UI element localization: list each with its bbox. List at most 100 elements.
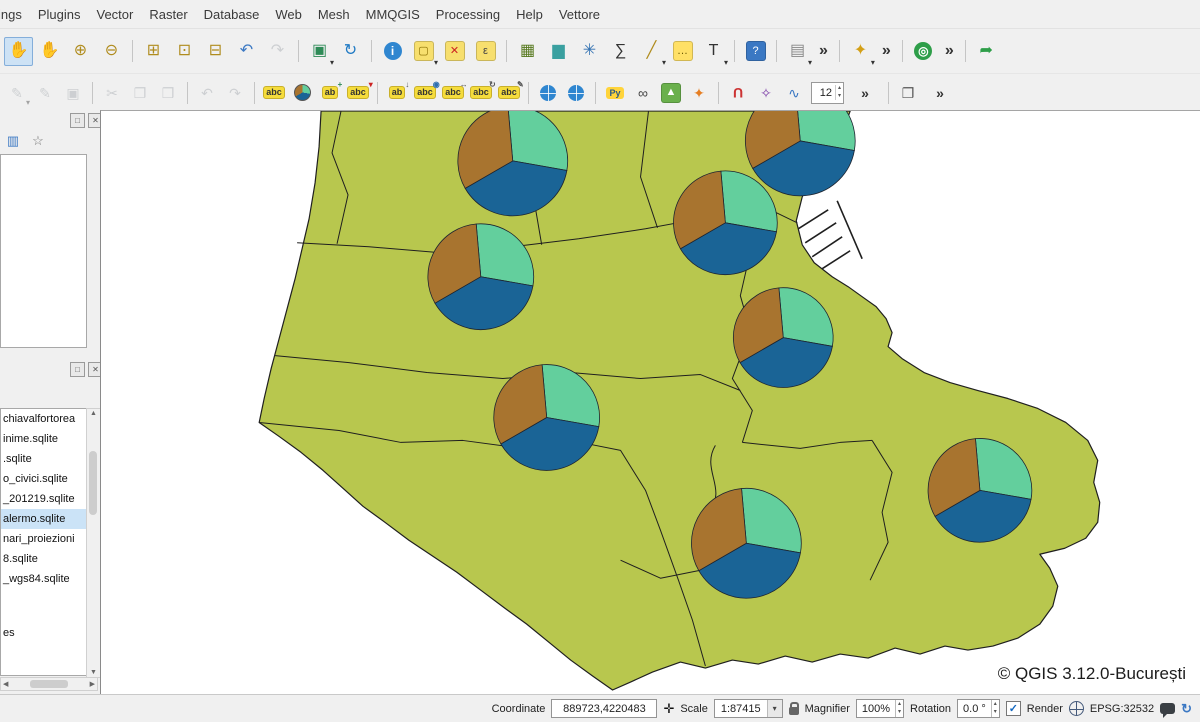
lock-scale-icon[interactable]	[789, 707, 799, 715]
toolbar-overflow-icon[interactable]: »	[923, 80, 957, 106]
undo-icon[interactable]: ↶	[194, 80, 220, 106]
spinner-arrows-icon[interactable]: ▴▾	[895, 700, 903, 717]
scale-value[interactable]: 1:87415	[715, 703, 767, 715]
rotate-label-icon[interactable]: abc↻	[468, 80, 494, 106]
toolbar-overflow-icon[interactable]: »	[848, 80, 882, 106]
magnifier-spin[interactable]: 100% ▴▾	[856, 699, 904, 718]
layer-diagram-icon[interactable]	[289, 80, 315, 106]
processing-model-icon[interactable]: ▲	[658, 80, 684, 106]
zoom-out-icon[interactable]: ⊖	[97, 37, 126, 66]
layout-manager-icon[interactable]: ❐	[895, 80, 921, 106]
select-by-expression-icon[interactable]: ε	[471, 37, 500, 66]
zoom-in-icon[interactable]: ⊕	[66, 37, 95, 66]
rotation-spin[interactable]: 0.0 ° ▴▾	[957, 699, 1000, 718]
crs-globe-icon[interactable]	[1069, 701, 1084, 716]
menu-processing[interactable]: Processing	[428, 2, 508, 27]
select-features-icon[interactable]: ▢▾	[409, 37, 438, 66]
menu-web[interactable]: Web	[267, 2, 310, 27]
open-attribute-table-icon[interactable]: ▦	[513, 37, 542, 66]
chevron-down-icon[interactable]: ▾	[767, 700, 782, 717]
toolbar-overflow-icon[interactable]: »	[814, 37, 833, 66]
scroll-right-icon[interactable]: ▶	[90, 680, 95, 688]
zoom-full-icon[interactable]: ⊞	[139, 37, 168, 66]
file-item[interactable]: chiavalfortorea	[1, 409, 86, 429]
crs-label[interactable]: EPSG:32532	[1090, 703, 1154, 715]
file-item[interactable]: o_civici.sqlite	[1, 469, 86, 489]
scroll-down-icon[interactable]: ▼	[87, 669, 100, 676]
render-checkbox[interactable]: ✓	[1006, 701, 1021, 716]
toolbar-overflow-icon[interactable]: »	[940, 37, 959, 66]
file-item[interactable]: .sqlite	[1, 449, 86, 469]
tracing-icon[interactable]: ∿	[781, 80, 807, 106]
paste-features-icon[interactable]: ❒	[155, 80, 181, 106]
menu-ings[interactable]: ings	[0, 2, 30, 27]
layers-panel-empty[interactable]	[0, 154, 87, 348]
map-canvas[interactable]: © QGIS 3.12.0-București	[100, 110, 1200, 694]
menu-vettore[interactable]: Vettore	[551, 2, 608, 27]
float-panel-icon[interactable]: □	[70, 113, 85, 128]
snapping-tolerance-spin[interactable]: 12▴▾	[811, 82, 844, 104]
file-item[interactable]: alermo.sqlite	[1, 509, 86, 529]
plugin-wand-icon[interactable]: ✦▾	[846, 37, 875, 66]
change-label-icon[interactable]: abc✎	[496, 80, 522, 106]
file-item[interactable]: 8.sqlite	[1, 549, 86, 569]
menu-mesh[interactable]: Mesh	[310, 2, 358, 27]
georeferencer-icon[interactable]: ✦	[686, 80, 712, 106]
pan-map-icon[interactable]: ✋	[4, 37, 33, 66]
move-label-icon[interactable]: abc↔	[440, 80, 466, 106]
pan-to-selection-icon[interactable]: ✋	[35, 37, 64, 66]
zoom-last-icon[interactable]: ↶	[232, 37, 261, 66]
map-tips-icon[interactable]: …	[668, 37, 697, 66]
hscroll-thumb[interactable]	[30, 680, 68, 688]
menu-help[interactable]: Help	[508, 2, 551, 27]
coordinate-input[interactable]: 889723,4220483	[551, 699, 657, 718]
menu-raster[interactable]: Raster	[141, 2, 195, 27]
processing-options-icon[interactable]: ✳	[575, 37, 604, 66]
file-item[interactable]: _201219.sqlite	[1, 489, 86, 509]
menu-vector[interactable]: Vector	[89, 2, 142, 27]
vscroll-thumb[interactable]	[89, 451, 97, 515]
current-edits-icon[interactable]: ✎▾	[4, 80, 30, 106]
panel-tool-layers-icon[interactable]: ▥	[2, 130, 24, 152]
menu-plugins[interactable]: Plugins	[30, 2, 89, 27]
file-item[interactable]: nari_proiezioni	[1, 529, 86, 549]
file-item[interactable]: es	[1, 623, 86, 643]
rotation-value[interactable]: 0.0 °	[963, 703, 986, 715]
snapping-magnet-icon[interactable]: U	[725, 80, 751, 106]
menu-mmqgis[interactable]: MMQGIS	[358, 2, 428, 27]
float-panel-icon[interactable]: □	[70, 362, 85, 377]
label-rule-icon[interactable]: abc▾	[345, 80, 371, 106]
label-add-icon[interactable]: ab+	[317, 80, 343, 106]
spinner-arrows-icon[interactable]: ▴▾	[835, 85, 841, 99]
scroll-left-icon[interactable]: ◀	[3, 680, 8, 688]
file-item[interactable]: _wgs84.sqlite	[1, 569, 86, 589]
new-map-view-icon[interactable]: ▣▾	[305, 37, 334, 66]
snapping-options-icon[interactable]: ✧	[753, 80, 779, 106]
help-contents-icon[interactable]: ?	[741, 37, 770, 66]
zoom-to-layer-icon[interactable]: ⊟	[201, 37, 230, 66]
magnifier-value[interactable]: 100%	[862, 703, 890, 715]
file-item[interactable]: inime.sqlite	[1, 429, 86, 449]
scale-combo[interactable]: 1:87415 ▾	[714, 699, 783, 718]
statistical-summary-icon[interactable]: ▆	[544, 37, 573, 66]
identify-features-icon[interactable]: i	[378, 37, 407, 66]
highlight-labels-icon[interactable]: abc◉	[412, 80, 438, 106]
search-plugins-icon[interactable]: ∞	[630, 80, 656, 106]
menu-database[interactable]: Database	[196, 2, 268, 27]
toggle-editing-icon[interactable]: ✎	[32, 80, 58, 106]
metasearch-icon[interactable]	[535, 80, 561, 106]
file-list-hscrollbar[interactable]: ◀ ▶	[0, 677, 98, 691]
python-console-icon[interactable]: Py	[602, 80, 628, 106]
zoom-to-selection-icon[interactable]: ⊡	[170, 37, 199, 66]
text-annotation-icon[interactable]: T▾	[699, 37, 728, 66]
data-source-manager-icon[interactable]: ▤▾	[783, 37, 812, 66]
web-service-icon[interactable]	[563, 80, 589, 106]
cut-features-icon[interactable]: ✂	[99, 80, 125, 106]
file-list[interactable]: chiavalfortoreainime.sqlite.sqliteo_civi…	[0, 408, 87, 676]
spinner-arrows-icon[interactable]: ▴▾	[991, 700, 999, 717]
zoom-next-icon[interactable]: ↷	[263, 37, 292, 66]
pin-labels-icon[interactable]: ab↓	[384, 80, 410, 106]
file-list-vscrollbar[interactable]: ▲ ▼	[86, 408, 101, 678]
messages-icon[interactable]	[1160, 703, 1175, 714]
osm-place-search-icon[interactable]: ◎	[909, 37, 938, 66]
